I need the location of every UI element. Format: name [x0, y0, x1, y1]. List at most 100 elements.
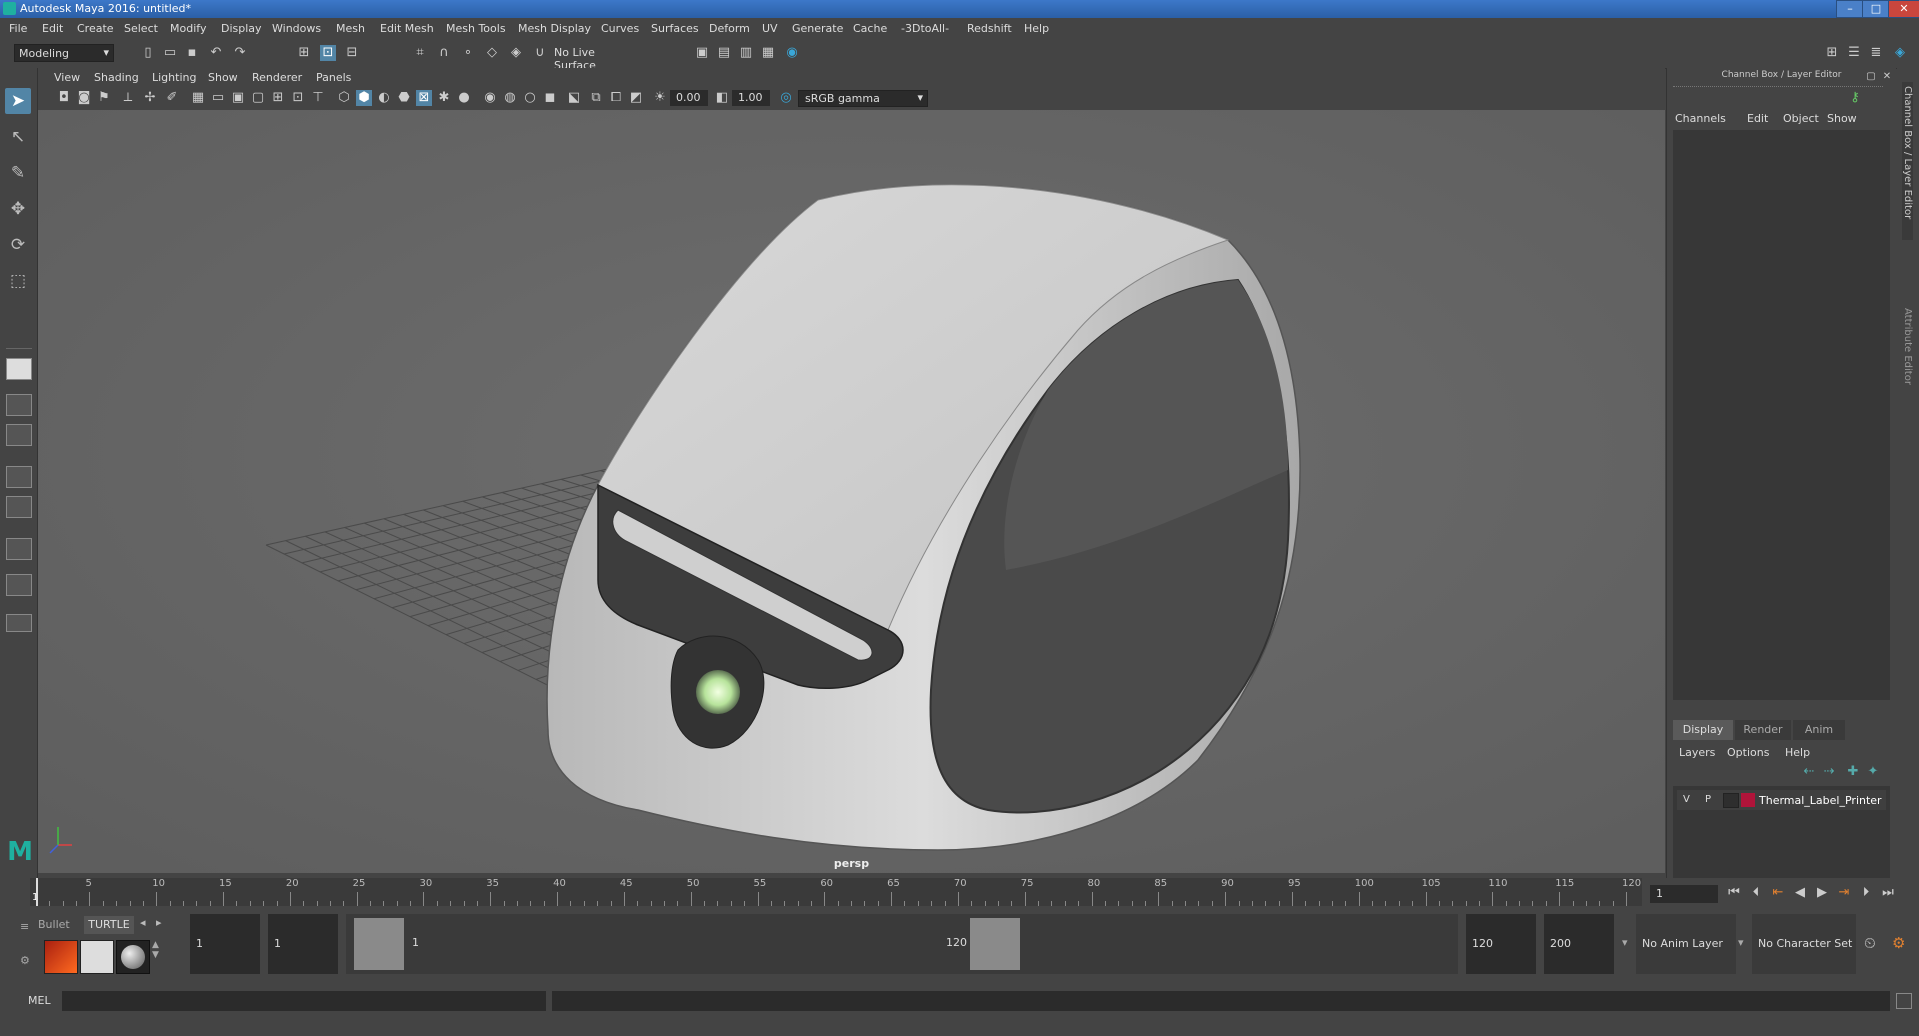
menu-create[interactable]: Create [77, 22, 114, 35]
current-time-indicator[interactable] [36, 878, 38, 906]
new-empty-layer-icon[interactable]: ✚ [1845, 764, 1861, 780]
command-language-label[interactable]: MEL [28, 994, 51, 1007]
menu-deform[interactable]: Deform [709, 22, 750, 35]
single-view-layout-icon[interactable] [6, 358, 32, 380]
expand-layouts-icon[interactable] [6, 614, 32, 632]
menu-edit-mesh[interactable]: Edit Mesh [380, 22, 434, 35]
shelf-fire-icon[interactable] [44, 940, 78, 974]
menu-edit[interactable]: Edit [42, 22, 63, 35]
channel-box-toggle-icon[interactable]: ◈ [1892, 45, 1908, 61]
go-to-start-icon[interactable]: ⏮ [1726, 885, 1742, 901]
channel-menu-show[interactable]: Show [1827, 112, 1857, 125]
ipr-render-icon[interactable]: ▥ [738, 45, 754, 61]
backface-icon[interactable]: ◩ [628, 90, 644, 106]
open-scene-icon[interactable]: ▭ [162, 45, 178, 61]
script-editor-icon[interactable] [1896, 993, 1912, 1009]
step-forward-key-icon[interactable]: ⇥ [1836, 885, 1852, 901]
snap-point-icon[interactable]: ∘ [460, 45, 476, 61]
snap-grid-icon[interactable]: ⌗ [412, 45, 428, 61]
menu-uv[interactable]: UV [762, 22, 778, 35]
channel-menu-object[interactable]: Object [1783, 112, 1819, 125]
select-component-icon[interactable]: ⊟ [344, 45, 360, 61]
shelf-tab-bullet[interactable]: Bullet [38, 916, 78, 934]
panel-menu-view[interactable]: View [54, 71, 80, 84]
drag-handle[interactable] [1673, 86, 1883, 88]
auto-key-icon[interactable]: ⏲ [1864, 934, 1876, 952]
menu-cache[interactable]: Cache [853, 22, 887, 35]
layer-menu-options[interactable]: Options [1727, 746, 1769, 759]
make-live-icon[interactable]: ∪ [532, 45, 548, 61]
shelf-menu-icon[interactable]: ≡ [20, 920, 34, 934]
layer-row[interactable]: V P Thermal_Label_Printer [1677, 790, 1886, 810]
shelf-scroll-icon[interactable]: ▲ ▼ [152, 940, 159, 960]
menu-help[interactable]: Help [1024, 22, 1049, 35]
wireframe-on-shaded-icon[interactable]: ◐ [376, 90, 392, 106]
layer-menu-help[interactable]: Help [1785, 746, 1810, 759]
panel-menu-show[interactable]: Show [208, 71, 238, 84]
resolution-gate-icon[interactable]: ▣ [230, 90, 246, 106]
hypershade-layout-icon[interactable] [6, 538, 32, 560]
new-layer-selected-icon[interactable]: ✦ [1865, 764, 1881, 780]
new-scene-icon[interactable]: ▯ [140, 45, 156, 61]
menu-windows[interactable]: Windows [272, 22, 321, 35]
move-layer-down-icon[interactable]: ⇢ [1821, 764, 1837, 780]
redo-icon[interactable]: ↷ [232, 45, 248, 61]
use-all-lights-icon[interactable]: ⊠ [416, 90, 432, 106]
hypershade-icon[interactable]: ◉ [784, 45, 800, 61]
isolate-select-icon[interactable]: ◼ [542, 90, 558, 106]
safe-title-icon[interactable]: ⊤ [310, 90, 326, 106]
select-hierarchy-icon[interactable]: ⊞ [296, 45, 312, 61]
menu-redshift[interactable]: Redshift [967, 22, 1012, 35]
rotate-tool-icon[interactable]: ⟳ [5, 232, 31, 258]
lasso-tool-icon[interactable]: ↖ [5, 124, 31, 150]
xray-joints-icon[interactable]: ⧉ [588, 90, 604, 106]
float-icon[interactable]: ▢ [1863, 69, 1879, 85]
menu-3dtoall[interactable]: -3DtoAll- [901, 22, 949, 35]
tab-display[interactable]: Display [1673, 720, 1733, 740]
four-view-layout-icon[interactable] [6, 394, 32, 416]
snap-view-icon[interactable]: ◇ [484, 45, 500, 61]
range-start-handle[interactable] [354, 918, 404, 970]
mode-dropdown[interactable]: Modeling ▾ [14, 44, 114, 62]
render-frame-icon[interactable]: ▣ [694, 45, 710, 61]
menu-mesh[interactable]: Mesh [336, 22, 365, 35]
tab-anim[interactable]: Anim [1793, 720, 1845, 740]
play-forwards-icon[interactable]: ▶ [1814, 885, 1830, 901]
render-view-icon[interactable]: ▤ [716, 45, 732, 61]
image-plane-icon[interactable]: ⟂ [120, 90, 136, 106]
gamma-field[interactable]: 1.00 [732, 90, 770, 106]
anim-layer-dropdown[interactable]: No Anim Layer [1636, 914, 1736, 974]
minimize-button[interactable]: – [1836, 0, 1864, 18]
gate-mask-icon[interactable]: ▢ [250, 90, 266, 106]
start-time-field[interactable]: 1 [190, 914, 260, 974]
graph-layout-icon[interactable] [6, 496, 32, 518]
menu-surfaces[interactable]: Surfaces [651, 22, 699, 35]
grid-toggle-icon[interactable]: ▦ [190, 90, 206, 106]
exposure-icon[interactable]: ☀ [652, 90, 668, 106]
menu-select[interactable]: Select [124, 22, 158, 35]
panel-menu-renderer[interactable]: Renderer [252, 71, 302, 84]
side-tab-attribute-editor[interactable]: Attribute Editor [1902, 308, 1913, 385]
current-frame-field[interactable]: 1 [1650, 885, 1718, 903]
shelf-sphere-icon[interactable] [116, 940, 150, 974]
select-tool-icon[interactable]: ➤ [5, 88, 31, 114]
multisample-aa-icon[interactable]: ◍ [502, 90, 518, 106]
scale-tool-icon[interactable]: ⬚ [5, 268, 31, 294]
channel-list[interactable] [1673, 130, 1890, 700]
outliner-layout-icon[interactable] [6, 466, 32, 488]
menu-generate[interactable]: Generate [792, 22, 843, 35]
layer-name[interactable]: Thermal_Label_Printer [1759, 794, 1882, 807]
side-tab-channel-box[interactable]: Channel Box / Layer Editor [1902, 82, 1913, 240]
menu-display[interactable]: Display [221, 22, 262, 35]
panel-menu-panels[interactable]: Panels [316, 71, 351, 84]
uv-layout-icon[interactable] [6, 574, 32, 596]
shelf-gear-icon[interactable]: ⚙ [20, 954, 30, 967]
snap-curve-icon[interactable]: ∩ [436, 45, 452, 61]
layer-playback-toggle[interactable]: P [1705, 794, 1711, 805]
layer-color-swatch[interactable] [1741, 793, 1755, 807]
motion-blur-icon[interactable]: ◉ [482, 90, 498, 106]
shelf-bake-icon[interactable] [80, 940, 114, 974]
layer-menu-layers[interactable]: Layers [1679, 746, 1715, 759]
save-scene-icon[interactable]: ▪ [184, 45, 200, 61]
paint-select-icon[interactable]: ✎ [5, 160, 31, 186]
